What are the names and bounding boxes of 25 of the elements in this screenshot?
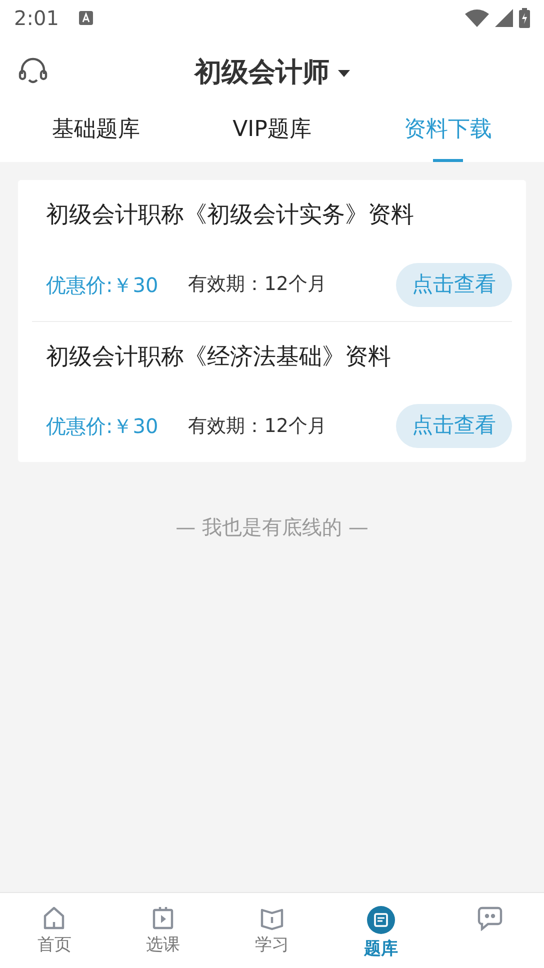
status-time: 2:01: [14, 5, 59, 32]
tab[interactable]: 基础题库: [8, 110, 184, 162]
discount-price: 优惠价:￥30: [46, 413, 158, 440]
end-of-list-text: — 我也是有底线的 —: [174, 514, 370, 541]
signal-icon: [495, 9, 513, 27]
nav-tab[interactable]: 学习: [218, 893, 326, 968]
validity-period: 有效期：12个月: [188, 414, 326, 439]
course-selector[interactable]: 初级会计师: [194, 52, 350, 94]
tab[interactable]: 资料下载: [360, 110, 536, 162]
wifi-icon: [465, 9, 489, 27]
keyboard-notification-icon: [78, 11, 93, 25]
discount-price: 优惠价:￥30: [46, 272, 158, 298]
tab[interactable]: VIP题库: [184, 110, 360, 162]
material-title: 初级会计职称《经济法基础》资料: [45, 342, 392, 372]
view-button[interactable]: 点击查看: [396, 262, 512, 306]
material-title: 初级会计职称《初级会计实务》资料: [45, 201, 415, 230]
chat-bubble-icon: [476, 905, 504, 931]
view-button[interactable]: 点击查看: [396, 404, 512, 448]
battery-icon: [519, 8, 530, 28]
validity-period: 有效期：12个月: [188, 272, 326, 298]
nav-tab[interactable]: 选课: [108, 893, 218, 968]
dropdown-caret-icon: [338, 70, 350, 76]
question-bank-icon: [366, 905, 396, 935]
nav-tab[interactable]: 首页: [0, 893, 109, 968]
nav-tab[interactable]: 题库: [326, 893, 436, 968]
